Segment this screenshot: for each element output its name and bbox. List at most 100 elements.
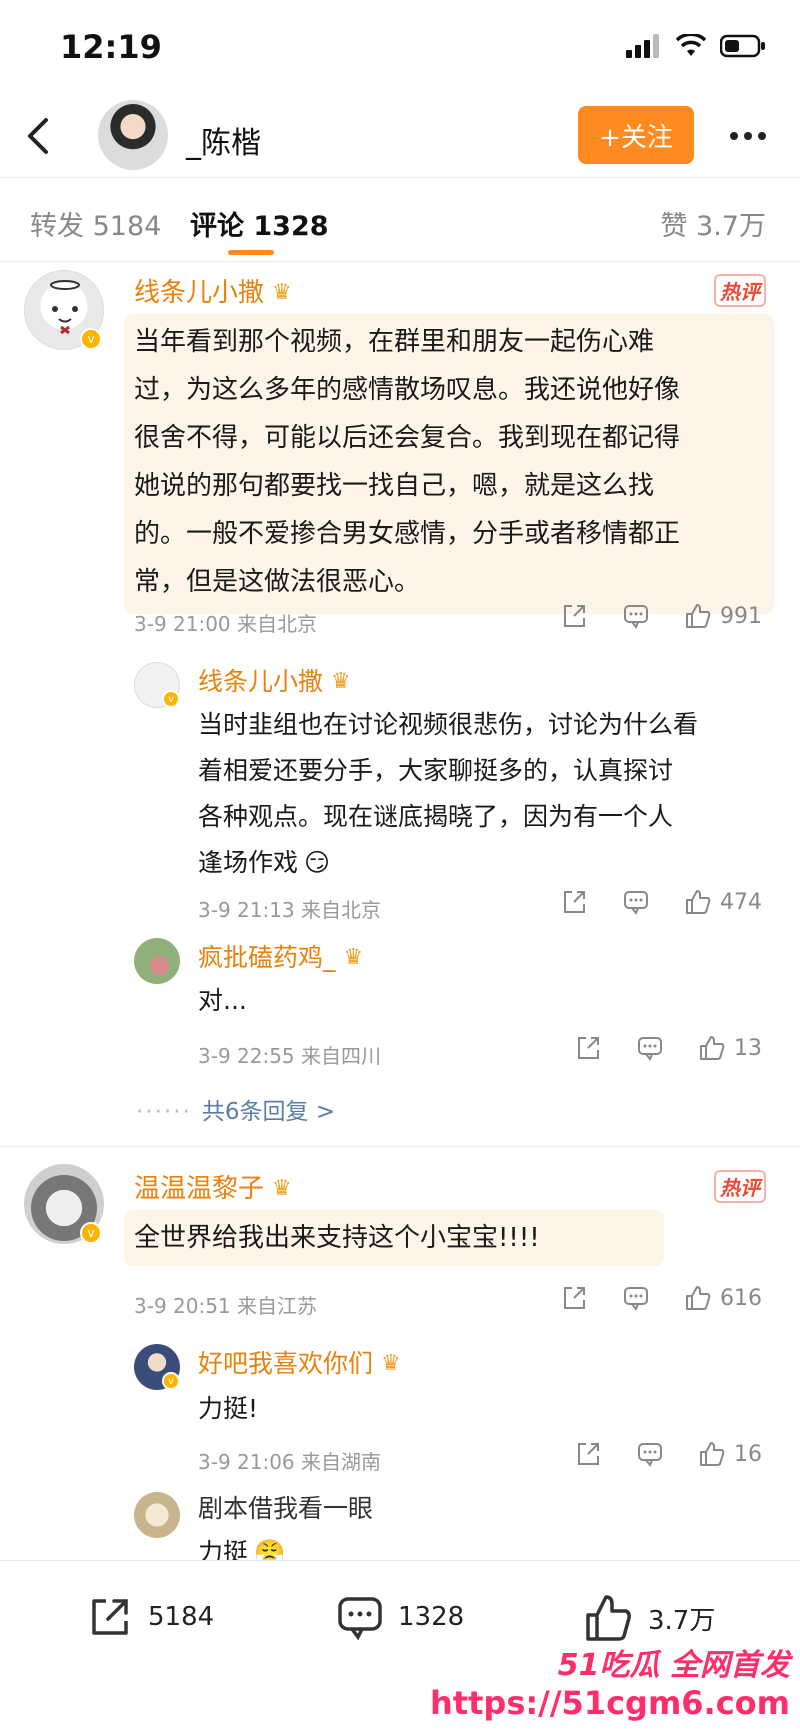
crown-badge-icon: ♛ [272,1176,292,1201]
reply-button[interactable] [636,1034,664,1062]
like-button[interactable]: 474 [684,888,762,916]
reply-username[interactable]: 线条儿小撒 ♛ [198,662,351,698]
watermark-title: 51吃瓜 全网首发 [557,1648,790,1683]
reply-button[interactable] [636,1440,664,1468]
reply-button[interactable] [622,1284,650,1312]
tab-repost[interactable]: 转发 5184 [30,204,161,243]
share-button[interactable] [560,888,588,916]
reply-meta: 3-9 22:55 来自四川 [198,1044,382,1068]
status-time: 12:19 [60,28,162,66]
comment-icon [624,1287,648,1311]
reply-actions: 474 [560,888,762,916]
crown-badge-icon: ♛ [272,280,292,305]
bottom-like-button[interactable]: 3.7万 [584,1593,715,1643]
comment-icon [638,1443,662,1467]
top-nav: _陈楷 +关注 [0,96,800,178]
dots-icon: ······ [136,1099,192,1125]
like-count: 474 [720,889,762,915]
share-icon [578,1037,599,1059]
share-button[interactable] [574,1440,602,1468]
share-button[interactable] [574,1034,602,1062]
comment-username[interactable]: 线条儿小撒 ♛ [134,272,292,309]
status-icons [626,34,766,58]
reply-username[interactable]: 剧本借我看一眼 [198,1486,373,1532]
reply-actions: 16 [574,1440,762,1468]
like-count: 991 [720,603,762,629]
share-icon [564,605,585,627]
comment-item: v 线条儿小撒 ♛ 热评 当年看到那个视频，在群里和朋友一起伤心难 过，为这么多年… [0,262,800,1125]
smirk-emoji-icon: 😏 [304,848,331,877]
tab-comment[interactable]: 评论 1328 [190,204,329,243]
share-button[interactable] [560,602,588,630]
share-button[interactable] [560,1284,588,1312]
hot-comment-badge: 热评 [714,274,766,307]
comment-icon [338,1597,382,1641]
reply-button[interactable] [622,602,650,630]
comment-actions: 991 [560,602,762,630]
thumbs-up-icon [700,1036,725,1060]
like-button[interactable]: 616 [684,1284,762,1312]
status-bar: 12:19 [0,0,800,96]
thumbs-up-icon [686,890,711,914]
comment-divider [0,1146,800,1147]
reply-actions: 13 [574,1034,762,1062]
thumbs-up-icon [686,604,711,628]
reply-text: 对... [198,986,247,1015]
comment-icon [638,1037,662,1061]
verified-badge-icon: v [80,1222,102,1244]
follow-button[interactable]: +关注 [578,106,694,164]
battery-icon [720,34,765,58]
reply-username[interactable]: 好吧我喜欢你们 ♛ [198,1344,401,1380]
reply-username[interactable]: 疯批磕药鸡_ ♛ [198,938,363,974]
watermark: 51吃瓜 全网首发 https://51cgm6.com [430,1640,790,1730]
comment-icon [624,605,648,629]
bottom-comment-button[interactable]: 1328 [336,1593,464,1641]
crown-badge-icon: ♛ [381,1351,401,1376]
crown-badge-icon: ♛ [331,669,351,694]
comment-meta: 3-9 21:00 来自北京 [134,612,318,636]
verified-badge-icon: v [80,328,102,350]
bottom-repost-button[interactable]: 5184 [86,1593,214,1641]
more-dot-icon [744,132,752,140]
thumbs-up-icon [700,1442,725,1466]
hot-comment-badge: 热评 [714,1170,766,1203]
share-icon [92,1599,128,1635]
comment-username[interactable]: 温温温黎子 ♛ [134,1168,292,1205]
signal-icon [626,34,659,58]
share-icon [564,1287,585,1309]
reply-meta: 3-9 21:13 来自北京 [198,898,382,922]
thumbs-up-icon [586,1595,631,1641]
like-count: 16 [734,1441,762,1467]
comment-actions: 616 [560,1284,762,1312]
reply-avatar[interactable] [134,938,180,984]
comment-icon [624,891,648,915]
tab-like[interactable]: 赞 3.7万 [660,204,766,243]
reply-button[interactable] [622,888,650,916]
reply-meta: 3-9 21:06 来自湖南 [198,1450,382,1474]
reply-avatar[interactable] [134,1492,180,1538]
crown-badge-icon: ♛ [343,945,364,970]
reply-text: 力挺! [198,1394,259,1423]
watermark-url: https://51cgm6.com [430,1684,790,1722]
like-count: 616 [720,1285,762,1311]
reply-text: 当时韭组也在讨论视频很悲伤，讨论为什么看 着相爱还要分手，大家聊挺多的，认真探讨… [198,710,699,877]
back-button[interactable] [18,114,62,158]
comment-item: v 温温温黎子 ♛ 热评 全世界给我出来支持这个小宝宝!!!! 3-9 20:51… [0,1160,800,1567]
author-name[interactable]: _陈楷 [186,118,261,162]
share-icon [578,1443,599,1465]
more-replies-link[interactable]: ······ 共6条回复 > [136,1092,335,1126]
tab-bar: 转发 5184 评论 1328 赞 3.7万 [0,180,800,262]
wifi-icon [676,34,706,56]
more-dot-icon [730,132,738,140]
tab-active-indicator [228,250,274,255]
verified-badge-icon: v [162,1372,180,1390]
like-button[interactable]: 991 [684,602,762,630]
more-button[interactable] [724,114,772,158]
comment-meta: 3-9 20:51 来自江苏 [134,1294,318,1318]
back-arrow-icon [28,118,48,154]
like-count: 13 [734,1035,762,1061]
share-icon [564,891,585,913]
like-button[interactable]: 13 [698,1034,762,1062]
author-avatar[interactable] [98,100,168,170]
like-button[interactable]: 16 [698,1440,762,1468]
